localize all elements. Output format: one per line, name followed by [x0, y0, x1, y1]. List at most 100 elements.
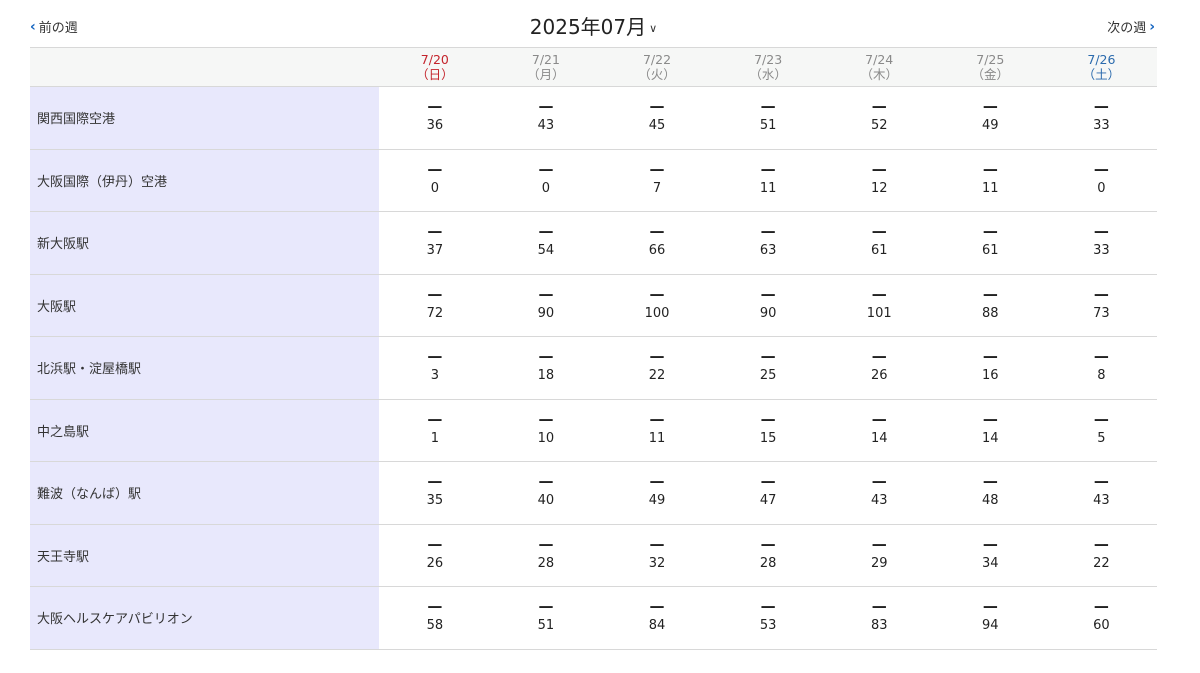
availability-cell[interactable]: — 33: [1045, 86, 1157, 150]
status-mark: —: [649, 347, 665, 365]
availability-count: 1: [430, 430, 439, 446]
status-mark: —: [760, 222, 776, 240]
availability-count: 22: [1093, 555, 1110, 571]
availability-count: 43: [870, 493, 888, 508]
availability-cell[interactable]: — 90: [712, 274, 824, 337]
availability-count: 52: [870, 118, 888, 133]
availability-cell[interactable]: — 84: [601, 586, 713, 650]
availability-cell[interactable]: —8: [1045, 336, 1157, 400]
availability-cell[interactable]: — 45: [601, 86, 713, 150]
availability-cell[interactable]: — 22: [601, 336, 713, 400]
status-mark: —: [982, 409, 998, 428]
availability-cell[interactable]: — 52: [823, 86, 935, 150]
status-mark: —: [649, 472, 665, 490]
availability-count: 101: [866, 305, 892, 321]
availability-cell[interactable]: — 88: [934, 274, 1046, 337]
availability-cell[interactable]: — 26: [823, 336, 935, 400]
availability-cell[interactable]: — 12: [823, 149, 935, 212]
availability-table: 7/20 （日） 7/21 （月） 7/22 （火） 7/23 （水） 7/24 （木） 7/25 （…: [30, 47, 1157, 650]
availability-count: 5: [1097, 430, 1106, 446]
availability-cell[interactable]: — 18: [490, 336, 602, 400]
availability-cell[interactable]: — 49: [934, 86, 1046, 150]
day-weekday: （火）: [638, 67, 676, 82]
table-row: 大阪ヘルスケアパビリオン — 58 — 51 — 84 — 53 — 83 — 94 — 60: [30, 586, 1157, 650]
availability-cell[interactable]: — 101: [823, 274, 935, 337]
availability-cell[interactable]: — 43: [490, 86, 602, 150]
status-mark: —: [1093, 534, 1109, 553]
availability-cell[interactable]: —0: [490, 149, 602, 212]
availability-cell[interactable]: — 83: [823, 586, 935, 650]
availability-cell[interactable]: — 11: [712, 149, 824, 212]
availability-cell[interactable]: — 29: [823, 524, 935, 587]
location-name: 新大阪駅: [30, 211, 380, 275]
availability-cell[interactable]: —0: [1045, 149, 1157, 212]
availability-cell[interactable]: — 32: [601, 524, 713, 587]
availability-count: 16: [982, 368, 999, 383]
availability-cell[interactable]: — 43: [1045, 461, 1157, 525]
availability-cell[interactable]: —0: [379, 149, 491, 212]
availability-cell[interactable]: — 47: [712, 461, 824, 525]
availability-cell[interactable]: — 14: [934, 399, 1046, 462]
availability-cell[interactable]: — 11: [934, 149, 1046, 212]
availability-cell[interactable]: — 72: [379, 274, 491, 337]
availability-cell[interactable]: — 66: [601, 211, 713, 275]
availability-cell[interactable]: — 34: [934, 524, 1046, 587]
availability-cell[interactable]: — 100: [601, 274, 713, 337]
availability-cell[interactable]: — 28: [490, 524, 602, 587]
availability-cell[interactable]: — 48: [934, 461, 1046, 525]
day-header: 7/20 （日）: [379, 47, 491, 87]
availability-cell[interactable]: — 61: [823, 211, 935, 275]
availability-cell[interactable]: — 15: [712, 399, 824, 462]
availability-cell[interactable]: — 53: [712, 586, 824, 650]
availability-cell[interactable]: — 10: [490, 399, 602, 462]
availability-cell[interactable]: — 60: [1045, 586, 1157, 650]
availability-cell[interactable]: — 54: [490, 211, 602, 275]
availability-cell[interactable]: — 37: [379, 211, 491, 275]
availability-count: 90: [759, 305, 777, 321]
availability-cell[interactable]: — 22: [1045, 524, 1157, 587]
status-mark: —: [982, 159, 998, 178]
availability-count: 14: [982, 430, 999, 446]
availability-cell[interactable]: —5: [1045, 399, 1157, 462]
availability-cell[interactable]: — 33: [1045, 211, 1157, 275]
status-mark: —: [538, 284, 554, 303]
availability-cell[interactable]: — 14: [823, 399, 935, 462]
status-mark: —: [427, 222, 443, 240]
day-date: 7/24: [865, 52, 894, 67]
day-weekday: （月）: [527, 67, 565, 82]
availability-cell[interactable]: — 90: [490, 274, 602, 337]
status-mark: —: [538, 97, 554, 115]
month-selector[interactable]: 2025年07月 ∨: [30, 11, 1157, 40]
day-weekday: （土）: [1082, 67, 1121, 82]
availability-cell[interactable]: — 43: [823, 461, 935, 525]
status-mark: —: [982, 597, 998, 615]
table-row: 難波（なんば）駅 — 35 — 40 — 49 — 47 — 43 — 48 — 43: [30, 461, 1157, 525]
availability-cell[interactable]: —7: [601, 149, 713, 212]
availability-count: 88: [982, 305, 999, 321]
availability-cell[interactable]: — 16: [934, 336, 1046, 400]
availability-cell[interactable]: — 58: [379, 586, 491, 650]
availability-count: 35: [426, 493, 444, 508]
availability-count: 28: [537, 555, 555, 571]
availability-cell[interactable]: — 36: [379, 86, 491, 150]
availability-cell[interactable]: — 94: [934, 586, 1046, 650]
availability-count: 11: [982, 180, 999, 196]
location-name: 大阪ヘルスケアパビリオン: [30, 586, 380, 650]
availability-cell[interactable]: — 73: [1045, 274, 1157, 337]
availability-cell[interactable]: — 61: [934, 211, 1046, 275]
availability-cell[interactable]: — 25: [712, 336, 824, 400]
status-mark: —: [649, 97, 665, 115]
availability-cell[interactable]: — 51: [712, 86, 824, 150]
availability-cell[interactable]: — 28: [712, 524, 824, 587]
availability-cell[interactable]: —3: [379, 336, 491, 400]
availability-cell[interactable]: — 51: [490, 586, 602, 650]
availability-cell[interactable]: —1: [379, 399, 491, 462]
availability-cell[interactable]: — 63: [712, 211, 824, 275]
availability-cell[interactable]: — 11: [601, 399, 713, 462]
availability-cell[interactable]: — 49: [601, 461, 713, 525]
availability-cell[interactable]: — 26: [379, 524, 491, 587]
status-mark: —: [1093, 97, 1109, 115]
availability-cell[interactable]: — 40: [490, 461, 602, 525]
next-week-button[interactable]: 次の週 ›: [1107, 17, 1155, 37]
availability-cell[interactable]: — 35: [379, 461, 491, 525]
